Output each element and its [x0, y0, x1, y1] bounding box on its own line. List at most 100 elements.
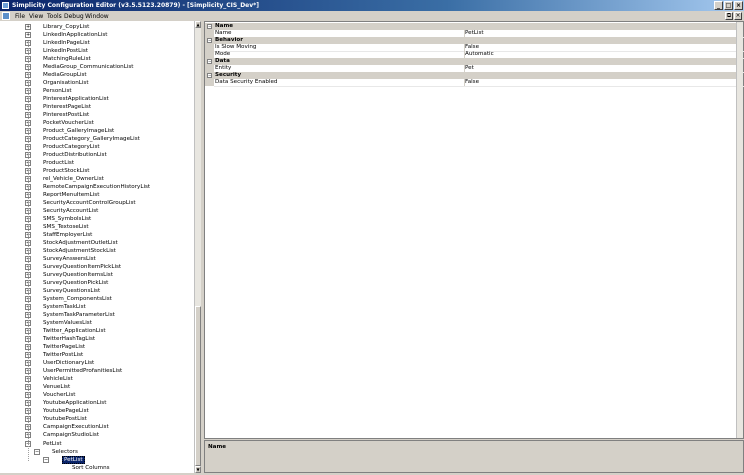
tree-node-label: SMS_SymbolsList [43, 216, 92, 222]
tree-node[interactable]: + UserPermittedProfanitiesList [0, 367, 194, 375]
tree-node[interactable]: + Twitter_ApplicationList [0, 327, 194, 335]
tree-node[interactable]: + LinkedInPostList [0, 47, 194, 55]
tree-node[interactable]: + YoutubePageList [0, 407, 194, 415]
tree-node[interactable]: + ProductCategory_GalleryImageList [0, 135, 194, 143]
tree-node[interactable]: + RemoteCampaignExecutionHistoryList [0, 183, 194, 191]
tree-node[interactable]: + StockAdjustmentOutletList [0, 239, 194, 247]
tree-node[interactable]: + CampaignStudioList [0, 431, 194, 439]
tree-node[interactable]: + Library_CopyList [0, 23, 194, 31]
tree-node-label: TwitterPageList [43, 344, 86, 350]
property-grid[interactable]: − Name Name PetList − Behavior Is Slow M… [204, 21, 744, 439]
tree-node-selected[interactable]: − PetList [0, 456, 194, 464]
tree-node[interactable]: + ProductDistributionList [0, 151, 194, 159]
tree-node-label: SurveyQuestionItemsList [43, 272, 113, 278]
collapse-icon[interactable]: − [207, 38, 212, 43]
selected-node-label[interactable]: PetList [62, 456, 85, 464]
tree-node[interactable]: + ReportMenuItemList [0, 191, 194, 199]
expand-icon[interactable]: + [25, 32, 31, 38]
tree-node[interactable]: + TwitterPageList [0, 343, 194, 351]
tree-node-label: UserDictionaryList [43, 360, 95, 366]
tree-node[interactable]: + StockAdjustmentStockList [0, 247, 194, 255]
tree-node[interactable]: + LinkedInPageList [0, 39, 194, 47]
menu-tools[interactable]: Tools [47, 13, 62, 20]
tree-node[interactable]: + MediaGroupList [0, 71, 194, 79]
category-behavior[interactable]: − Behavior [205, 37, 743, 44]
tree-node[interactable]: + TwitterHashTagList [0, 335, 194, 343]
tree-node[interactable]: + SMS_TextoseList [0, 223, 194, 231]
property-row-entity[interactable]: Entity Pet [205, 65, 744, 73]
tree-node[interactable]: + VehicleList [0, 375, 194, 383]
tree-node-sort-columns[interactable]: Sort Columns [0, 464, 194, 472]
property-row-mode[interactable]: Mode Automatic [205, 51, 744, 59]
tree-node-label: PinterestPageList [43, 104, 92, 110]
tree-node-label: LinkedInPageList [43, 40, 90, 46]
tree-node[interactable]: + PocketVoucherList [0, 119, 194, 127]
tree-node[interactable]: + SystemTaskList [0, 303, 194, 311]
tree-node[interactable]: + PinterestPageList [0, 103, 194, 111]
tree-node-petlist[interactable]: − PetList [0, 440, 194, 448]
collapse-icon[interactable]: − [34, 449, 40, 455]
tree-node[interactable]: + MatchingRuleList [0, 55, 194, 63]
tree-node-label: TwitterPostList [43, 352, 84, 358]
tree-node[interactable]: + System_ComponentsList [0, 295, 194, 303]
tree-node[interactable]: + SMS_SymbolsList [0, 215, 194, 223]
tree-node[interactable]: + ProductCategoryList [0, 143, 194, 151]
property-grid-scrollbar[interactable] [736, 22, 743, 438]
tree-node-label: SecurityAccountControlGroupList [43, 200, 136, 206]
tree-view[interactable]: + Library_CopyList + LinkedInApplicationLis… [0, 21, 202, 473]
tree-node[interactable]: + SurveyQuestionPickList [0, 279, 194, 287]
tree-node-label: ProductDistributionList [43, 152, 107, 158]
property-row-data-security-enabled[interactable]: Data Security Enabled False [205, 79, 744, 87]
tree-node-label: SystemValuesList [43, 320, 92, 326]
tree-node[interactable]: + ProductStockList [0, 167, 194, 175]
tree-node[interactable]: + TwitterPostList [0, 351, 194, 359]
collapse-icon[interactable]: − [207, 24, 212, 29]
tree-node[interactable]: + SecurityAccountControlGroupList [0, 199, 194, 207]
category-security[interactable]: − Security [205, 72, 743, 79]
menu-file[interactable]: File [15, 13, 25, 20]
tree-node[interactable]: + SurveyQuestionsList [0, 287, 194, 295]
tree-node-selectors[interactable]: − Selectors [0, 448, 194, 456]
collapse-icon[interactable]: − [207, 73, 212, 78]
tree-node[interactable]: + SystemTaskParameterList [0, 311, 194, 319]
tree-node[interactable]: + Product_GalleryImageList [0, 127, 194, 135]
tree-node[interactable]: + UserDictionaryList [0, 359, 194, 367]
tree-node[interactable]: + OrganisationList [0, 79, 194, 87]
minimize-button[interactable]: _ [714, 1, 723, 10]
property-row-is-slow-moving[interactable]: Is Slow Moving False [205, 44, 744, 52]
tree-node[interactable]: + SecurityAccountList [0, 207, 194, 215]
category-name[interactable]: − Name [205, 23, 743, 30]
property-row-name[interactable]: Name PetList [205, 30, 744, 38]
collapse-icon[interactable]: − [207, 59, 212, 64]
tree-node[interactable]: + SystemValuesList [0, 319, 194, 327]
tree-node[interactable]: + rel_Vehicle_OwnerList [0, 175, 194, 183]
tree-node[interactable]: + SurveyQuestionItemPickList [0, 263, 194, 271]
collapse-icon[interactable]: − [43, 457, 49, 463]
expand-icon[interactable]: + [25, 24, 31, 30]
maximize-button[interactable]: □ [724, 1, 733, 10]
tree-node[interactable]: + CampaignExecutionList [0, 423, 194, 431]
tree-node[interactable]: + StaffEmployerList [0, 231, 194, 239]
menu-window[interactable]: Window [85, 13, 109, 20]
menu-debug[interactable]: Debug [64, 13, 84, 20]
tree-node[interactable]: + MediaGroup_CommunicationList [0, 63, 194, 71]
close-child-button[interactable]: × [734, 12, 742, 20]
tree-node[interactable]: + YoutubeApplicationList [0, 399, 194, 407]
document-icon[interactable] [2, 12, 10, 20]
close-button[interactable]: × [734, 1, 743, 10]
menu-view[interactable]: View [29, 13, 43, 20]
tree-node[interactable]: + PinterestPostList [0, 111, 194, 119]
category-data[interactable]: − Data [205, 58, 743, 65]
tree-node[interactable]: + PinterestApplicationList [0, 95, 194, 103]
property-value[interactable]: False [464, 79, 744, 87]
tree-node[interactable]: + LinkedInApplicationList [0, 31, 194, 39]
tree-node[interactable]: + VoucherList [0, 391, 194, 399]
tree-node[interactable]: + PersonList [0, 87, 194, 95]
restore-child-button[interactable]: ⧉ [725, 12, 733, 20]
tree-node[interactable]: + ProductList [0, 159, 194, 167]
tree-node[interactable]: + SurveyQuestionItemsList [0, 271, 194, 279]
tree-node[interactable]: + SurveyAnswersList [0, 255, 194, 263]
tree-node[interactable]: + YoutubePostList [0, 415, 194, 423]
app-icon[interactable] [2, 2, 9, 9]
tree-node[interactable]: + VenueList [0, 383, 194, 391]
